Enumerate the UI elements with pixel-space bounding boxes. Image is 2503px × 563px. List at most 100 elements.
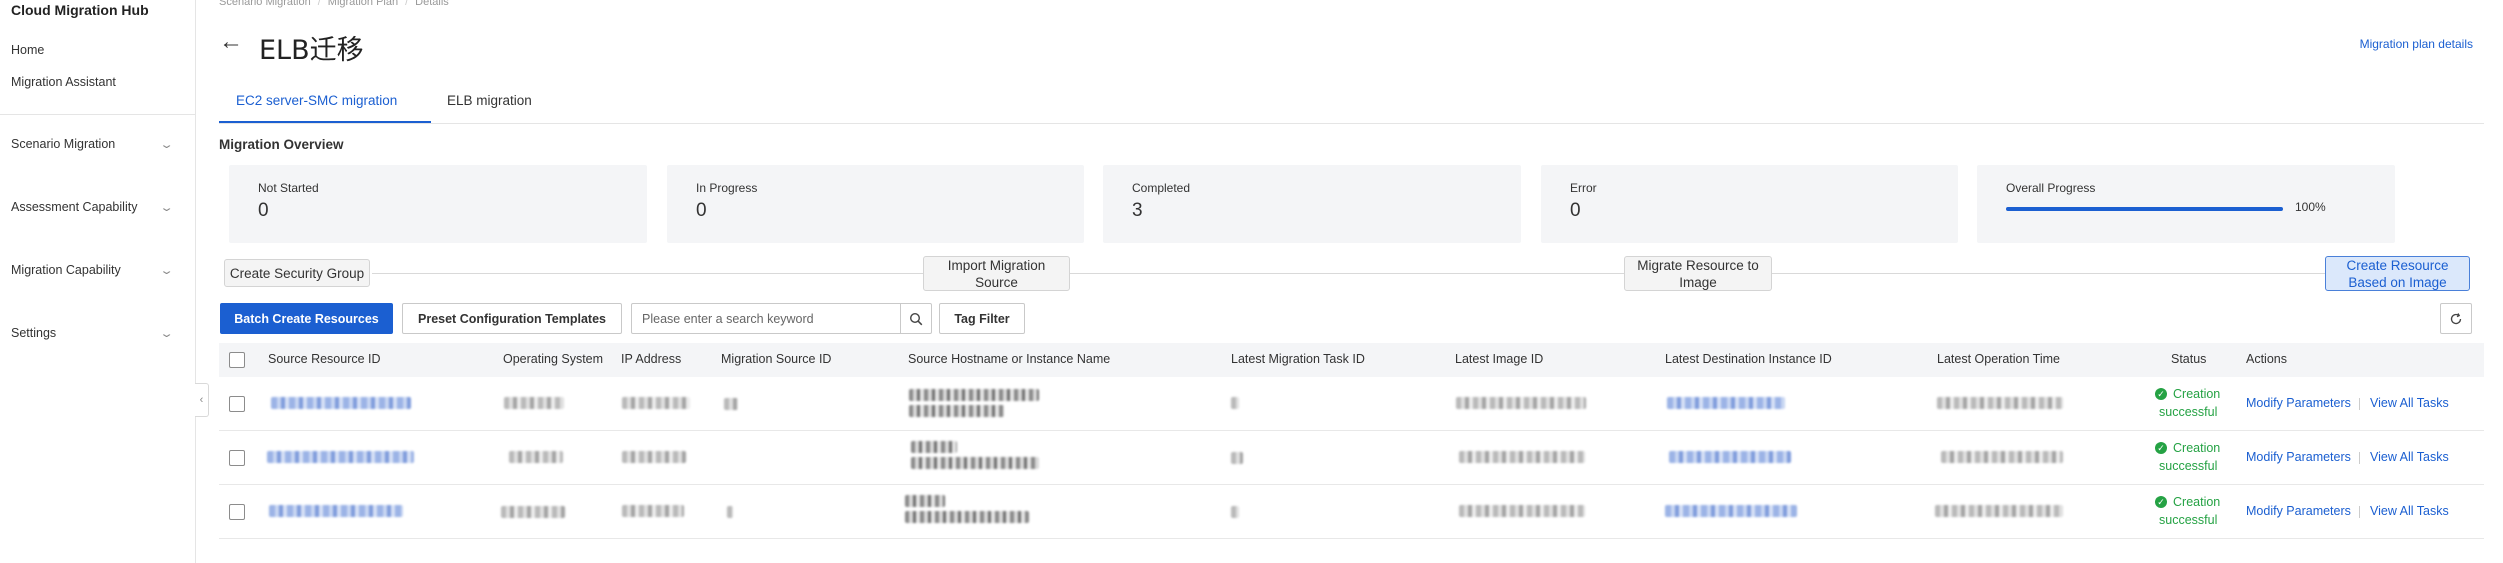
latest-image-id-redacted — [1456, 397, 1586, 409]
source-resource-id-redacted[interactable] — [267, 451, 414, 463]
sidebar-group-assessment-capability[interactable]: Assessment Capability ⌄ — [11, 200, 174, 214]
sidebar-item-migration-assistant[interactable]: Migration Assistant — [11, 75, 116, 89]
ip-address-redacted — [622, 397, 690, 409]
column-header: Latest Destination Instance ID — [1665, 352, 1832, 366]
status-badge: ✓ Creation successful — [2155, 493, 2227, 529]
sidebar-group-settings[interactable]: Settings ⌄ — [11, 326, 174, 340]
operating-system-redacted — [509, 451, 563, 463]
stat-value: 3 — [1132, 200, 1143, 221]
migration-source-id-redacted — [724, 398, 738, 410]
sidebar-group-label: Scenario Migration — [11, 137, 116, 151]
action-divider — [2359, 506, 2360, 518]
tab-ec2-smc-migration[interactable]: EC2 server-SMC migration — [236, 93, 397, 108]
latest-image-id-redacted — [1459, 505, 1585, 517]
latest-destination-instance-id-redacted[interactable] — [1669, 451, 1791, 463]
stat-card-overall-progress: Overall Progress 100% — [1977, 165, 2395, 243]
sidebar-item-home[interactable]: Home — [11, 43, 44, 57]
step-import-migration-source[interactable]: Import Migration Source — [923, 256, 1070, 291]
row-checkbox[interactable] — [229, 450, 245, 466]
breadcrumb-item-current: Details — [415, 0, 449, 8]
step-create-security-group[interactable]: Create Security Group — [224, 259, 370, 287]
table-row: ✓ Creation successful Modify Parameters … — [219, 377, 2484, 431]
sidebar-group-migration-capability[interactable]: Migration Capability ⌄ — [11, 263, 174, 277]
sidebar-group-scenario-migration[interactable]: Scenario Migration ⌄ — [11, 137, 174, 151]
breadcrumb-item[interactable]: Migration Plan — [328, 0, 398, 8]
status-text: successful — [2159, 513, 2218, 527]
check-circle-icon: ✓ — [2155, 442, 2167, 454]
chevron-down-icon: ⌄ — [159, 264, 174, 277]
search-input[interactable] — [631, 303, 901, 334]
column-header: Status — [2171, 352, 2207, 366]
stat-label: Not Started — [258, 181, 319, 195]
source-hostname-redacted — [905, 495, 945, 507]
active-tab-indicator — [219, 121, 431, 123]
modify-parameters-link[interactable]: Modify Parameters — [2246, 396, 2351, 410]
tab-elb-migration[interactable]: ELB migration — [447, 93, 532, 108]
latest-image-id-redacted — [1459, 451, 1585, 463]
chevron-down-icon: ⌄ — [159, 138, 174, 151]
modify-parameters-link[interactable]: Modify Parameters — [2246, 450, 2351, 464]
status-text: Creation — [2173, 441, 2221, 455]
stat-value: 0 — [258, 200, 269, 221]
column-header: IP Address — [621, 352, 682, 366]
back-arrow-icon[interactable]: ← — [219, 30, 243, 54]
migration-plan-details-link[interactable]: Migration plan details — [2360, 37, 2473, 51]
column-header: Source Resource ID — [268, 352, 381, 366]
view-all-tasks-link[interactable]: View All Tasks — [2370, 396, 2449, 410]
column-header: Migration Source ID — [721, 352, 832, 366]
modify-parameters-link[interactable]: Modify Parameters — [2246, 504, 2351, 518]
table-row: ✓ Creation successful Modify Parameters … — [219, 431, 2484, 485]
view-all-tasks-link[interactable]: View All Tasks — [2370, 450, 2449, 464]
ip-address-redacted — [622, 451, 686, 463]
table-header: Source Resource ID Operating System IP A… — [219, 343, 2484, 377]
action-divider — [2359, 398, 2360, 410]
collapse-sidebar-icon[interactable]: ‹ — [195, 383, 209, 417]
status-text: successful — [2159, 459, 2218, 473]
latest-operation-time-redacted — [1941, 451, 2063, 463]
column-header: Operating System — [503, 352, 604, 366]
batch-create-resources-button[interactable]: Batch Create Resources — [220, 303, 393, 334]
sidebar-group-label: Settings — [11, 326, 57, 340]
chevron-down-icon: ⌄ — [159, 201, 174, 214]
migration-source-id-redacted — [727, 506, 733, 518]
select-all-checkbox[interactable] — [229, 352, 245, 368]
search-icon[interactable] — [900, 303, 932, 334]
column-header: Latest Migration Task ID — [1231, 352, 1365, 366]
row-checkbox[interactable] — [229, 396, 245, 412]
step-migrate-resource-to-image[interactable]: Migrate Resource to Image — [1624, 256, 1772, 291]
latest-destination-instance-id-redacted[interactable] — [1667, 397, 1785, 409]
stat-card-not-started: Not Started 0 — [229, 165, 647, 243]
status-text: Creation — [2173, 387, 2221, 401]
stat-value: 0 — [696, 200, 707, 221]
check-circle-icon: ✓ — [2155, 388, 2167, 400]
source-resource-id-redacted[interactable] — [269, 505, 403, 517]
view-all-tasks-link[interactable]: View All Tasks — [2370, 504, 2449, 518]
preset-configuration-templates-button[interactable]: Preset Configuration Templates — [402, 303, 622, 334]
table-row: ✓ Creation successful Modify Parameters … — [219, 485, 2484, 539]
breadcrumb-item[interactable]: Scenario Migration — [219, 0, 311, 8]
progress-bar — [2006, 207, 2283, 211]
breadcrumb: Scenario Migration / Migration Plan / Detail… — [219, 0, 449, 8]
latest-migration-task-id-redacted — [1231, 397, 1239, 409]
step-create-resource-based-on-image[interactable]: Create Resource Based on Image — [2325, 256, 2470, 291]
status-badge: ✓ Creation successful — [2155, 385, 2227, 421]
check-circle-icon: ✓ — [2155, 496, 2167, 508]
source-resource-id-redacted[interactable] — [271, 397, 411, 409]
status-badge: ✓ Creation successful — [2155, 439, 2227, 475]
status-text: successful — [2159, 405, 2218, 419]
breadcrumb-separator: / — [405, 0, 409, 8]
column-header: Actions — [2246, 352, 2287, 366]
stat-label: Completed — [1132, 181, 1191, 195]
tag-filter-button[interactable]: Tag Filter — [939, 303, 1025, 334]
column-header: Latest Image ID — [1455, 352, 1544, 366]
row-checkbox[interactable] — [229, 504, 245, 520]
refresh-icon[interactable] — [2440, 303, 2472, 334]
chevron-down-icon: ⌄ — [159, 327, 174, 340]
operating-system-redacted — [501, 506, 565, 518]
app-brand: Cloud Migration Hub — [11, 2, 149, 18]
latest-destination-instance-id-redacted[interactable] — [1665, 505, 1797, 517]
source-hostname-redacted — [911, 457, 1039, 469]
latest-migration-task-id-redacted — [1231, 506, 1239, 518]
column-header: Source Hostname or Instance Name — [908, 352, 1111, 366]
source-hostname-redacted — [909, 405, 1004, 417]
